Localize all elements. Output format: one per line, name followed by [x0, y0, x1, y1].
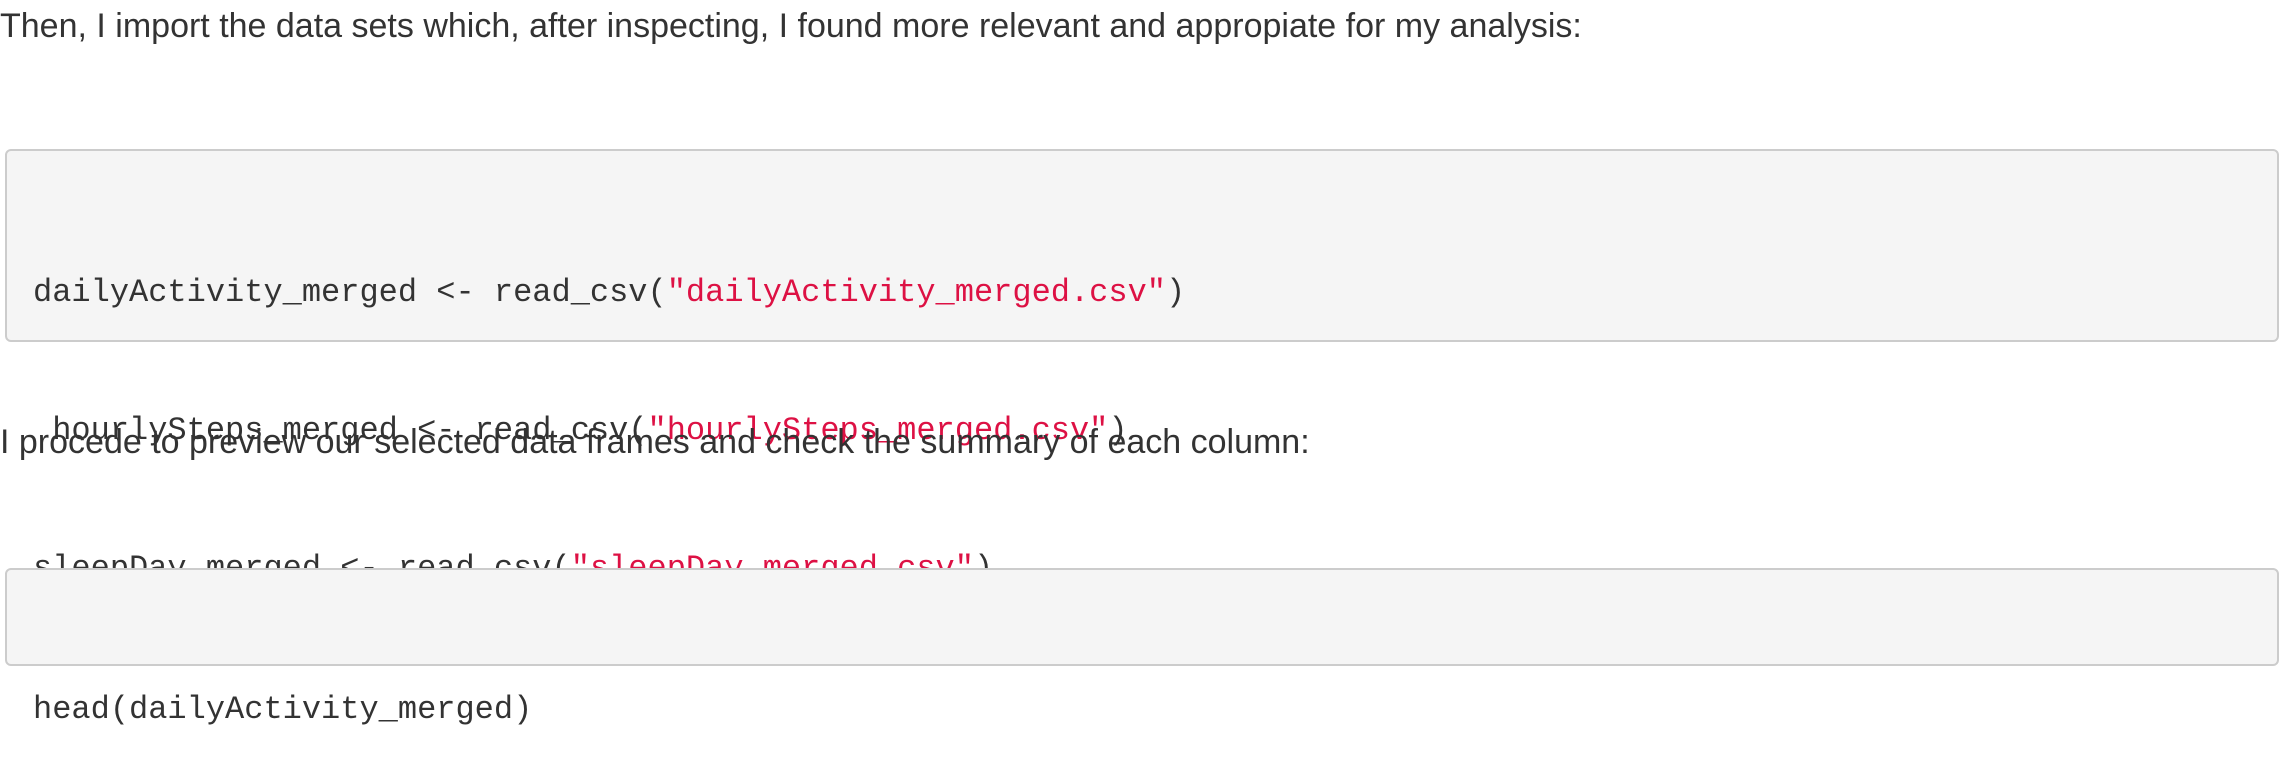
code-text: head(dailyActivity_merged) [33, 691, 533, 728]
code-line: dailyActivity_merged <- read_csv("dailyA… [33, 270, 2251, 316]
string-literal: "dailyActivity_merged.csv" [666, 274, 1166, 311]
preview-paragraph: I procede to preview our selected data f… [0, 423, 1310, 461]
intro-paragraph: Then, I import the data sets which, afte… [0, 7, 1582, 45]
code-block-head: head(dailyActivity_merged) [5, 568, 2279, 728]
code-line: head(dailyActivity_merged) [33, 687, 2251, 733]
code-text: dailyActivity_merged <- read_csv( [33, 274, 667, 311]
code-block-read-csv: dailyActivity_merged <- read_csv("dailyA… [5, 149, 2279, 587]
code-text: ) [1165, 274, 1186, 311]
